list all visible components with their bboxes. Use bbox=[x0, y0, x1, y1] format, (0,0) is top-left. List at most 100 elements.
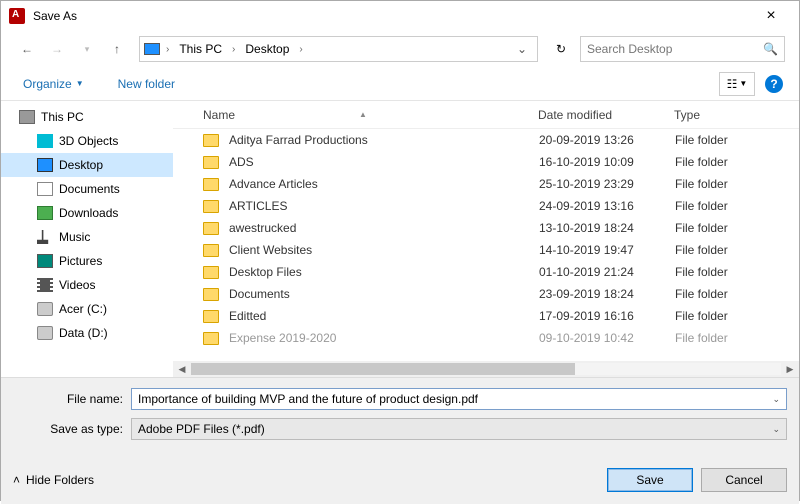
back-button[interactable]: ← bbox=[15, 37, 39, 61]
file-name: ADS bbox=[229, 155, 539, 169]
search-input[interactable]: Search Desktop 🔍 bbox=[580, 36, 785, 62]
table-row[interactable]: awestrucked13-10-2019 18:24File folder bbox=[173, 217, 799, 239]
table-row[interactable]: Expense 2019-202009-10-2019 10:42File fo… bbox=[173, 327, 799, 349]
chevron-down-icon: ▼ bbox=[76, 79, 84, 88]
file-name: Expense 2019-2020 bbox=[229, 331, 539, 345]
breadcrumb-this-pc[interactable]: This PC bbox=[175, 40, 226, 58]
breadcrumb-desktop[interactable]: Desktop bbox=[241, 40, 293, 58]
cancel-button[interactable]: Cancel bbox=[701, 468, 787, 492]
title-bar: Save As × bbox=[1, 1, 799, 31]
folder-icon bbox=[203, 134, 219, 147]
tree-downloads[interactable]: Downloads bbox=[1, 201, 173, 225]
scroll-track[interactable] bbox=[191, 363, 781, 375]
chevron-right-icon[interactable]: › bbox=[295, 44, 306, 55]
file-date: 20-09-2019 13:26 bbox=[539, 133, 675, 147]
chevron-right-icon[interactable]: › bbox=[228, 44, 239, 55]
file-type: File folder bbox=[675, 287, 799, 301]
tree-desktop[interactable]: Desktop bbox=[1, 153, 173, 177]
chevron-down-icon[interactable]: ⌄ bbox=[772, 424, 780, 435]
file-date: 25-10-2019 23:29 bbox=[539, 177, 675, 191]
horizontal-scrollbar[interactable]: ◀ ▶ bbox=[173, 361, 799, 377]
tree-documents[interactable]: Documents bbox=[1, 177, 173, 201]
footer: ˄ Hide Folders Save Cancel bbox=[1, 460, 799, 504]
hide-folders-button[interactable]: ˄ Hide Folders bbox=[13, 473, 94, 487]
table-row[interactable]: Desktop Files01-10-2019 21:24File folder bbox=[173, 261, 799, 283]
folder-icon bbox=[203, 200, 219, 213]
file-name-input[interactable]: Importance of building MVP and the futur… bbox=[131, 388, 787, 410]
folder-icon bbox=[203, 266, 219, 279]
nav-bar: ← → ▾ ↑ › This PC › Desktop › ⌄ ↻ Search… bbox=[1, 31, 799, 67]
address-bar[interactable]: › This PC › Desktop › ⌄ bbox=[139, 36, 538, 62]
scroll-left-icon[interactable]: ◀ bbox=[175, 364, 189, 375]
drive-icon bbox=[37, 302, 53, 316]
table-row[interactable]: Documents23-09-2019 18:24File folder bbox=[173, 283, 799, 305]
chevron-down-icon[interactable]: ⌄ bbox=[772, 394, 780, 405]
save-type-label: Save as type: bbox=[13, 422, 131, 436]
column-type[interactable]: Type bbox=[674, 108, 799, 122]
adobe-icon bbox=[9, 8, 25, 24]
scroll-thumb[interactable] bbox=[191, 363, 575, 375]
column-headers: Name ▲ Date modified Type bbox=[173, 101, 799, 129]
address-dropdown[interactable]: ⌄ bbox=[511, 42, 533, 56]
videos-icon bbox=[37, 278, 53, 292]
file-type: File folder bbox=[675, 265, 799, 279]
forward-button[interactable]: → bbox=[45, 37, 69, 61]
search-icon[interactable]: 🔍 bbox=[763, 42, 778, 56]
file-name: Aditya Farrad Productions bbox=[229, 133, 539, 147]
save-type-select[interactable]: Adobe PDF Files (*.pdf) ⌄ bbox=[131, 418, 787, 440]
file-name: Advance Articles bbox=[229, 177, 539, 191]
tree-data-d[interactable]: Data (D:) bbox=[1, 321, 173, 345]
file-date: 01-10-2019 21:24 bbox=[539, 265, 675, 279]
file-type: File folder bbox=[675, 199, 799, 213]
drive-icon bbox=[37, 326, 53, 340]
window-title: Save As bbox=[33, 9, 751, 23]
view-options-button[interactable]: ☷ ▼ bbox=[719, 72, 755, 96]
nav-tree[interactable]: This PC 3D Objects Desktop Documents Dow… bbox=[1, 101, 173, 377]
file-date: 17-09-2019 16:16 bbox=[539, 309, 675, 323]
file-date: 24-09-2019 13:16 bbox=[539, 199, 675, 213]
save-button[interactable]: Save bbox=[607, 468, 693, 492]
table-row[interactable]: Editted17-09-2019 16:16File folder bbox=[173, 305, 799, 327]
pictures-icon bbox=[37, 254, 53, 268]
new-folder-button[interactable]: New folder bbox=[112, 73, 181, 95]
table-row[interactable]: Aditya Farrad Productions20-09-2019 13:2… bbox=[173, 129, 799, 151]
column-name[interactable]: Name ▲ bbox=[173, 108, 538, 122]
up-button[interactable]: ↑ bbox=[105, 37, 129, 61]
table-row[interactable]: ARTICLES24-09-2019 13:16File folder bbox=[173, 195, 799, 217]
documents-icon bbox=[37, 182, 53, 196]
column-date[interactable]: Date modified bbox=[538, 108, 674, 122]
refresh-button[interactable]: ↻ bbox=[548, 36, 574, 62]
close-button[interactable]: × bbox=[751, 7, 791, 25]
list-view-icon: ☷ bbox=[727, 77, 738, 91]
recent-dropdown[interactable]: ▾ bbox=[75, 37, 99, 61]
organize-button[interactable]: Organize ▼ bbox=[17, 73, 90, 95]
file-name-label: File name: bbox=[13, 392, 131, 406]
table-row[interactable]: Advance Articles25-10-2019 23:29File fol… bbox=[173, 173, 799, 195]
tree-videos[interactable]: Videos bbox=[1, 273, 173, 297]
table-row[interactable]: Client Websites14-10-2019 19:47File fold… bbox=[173, 239, 799, 261]
chevron-right-icon[interactable]: › bbox=[162, 44, 173, 55]
file-type: File folder bbox=[675, 331, 799, 345]
folder-icon bbox=[203, 222, 219, 235]
file-name: Desktop Files bbox=[229, 265, 539, 279]
tree-this-pc[interactable]: This PC bbox=[1, 105, 173, 129]
file-name: Editted bbox=[229, 309, 539, 323]
file-date: 14-10-2019 19:47 bbox=[539, 243, 675, 257]
file-date: 13-10-2019 18:24 bbox=[539, 221, 675, 235]
file-date: 09-10-2019 10:42 bbox=[539, 331, 675, 345]
downloads-icon bbox=[37, 206, 53, 220]
tree-music[interactable]: Music bbox=[1, 225, 173, 249]
file-type: File folder bbox=[675, 155, 799, 169]
file-type: File folder bbox=[675, 177, 799, 191]
tree-pictures[interactable]: Pictures bbox=[1, 249, 173, 273]
tree-acer-c[interactable]: Acer (C:) bbox=[1, 297, 173, 321]
music-icon bbox=[37, 230, 53, 244]
folder-icon bbox=[203, 288, 219, 301]
scroll-right-icon[interactable]: ▶ bbox=[783, 364, 797, 375]
form-area: File name: Importance of building MVP an… bbox=[1, 377, 799, 460]
file-name: Documents bbox=[229, 287, 539, 301]
tree-3d-objects[interactable]: 3D Objects bbox=[1, 129, 173, 153]
help-button[interactable]: ? bbox=[765, 75, 783, 93]
table-row[interactable]: ADS16-10-2019 10:09File folder bbox=[173, 151, 799, 173]
pc-icon bbox=[19, 110, 35, 124]
